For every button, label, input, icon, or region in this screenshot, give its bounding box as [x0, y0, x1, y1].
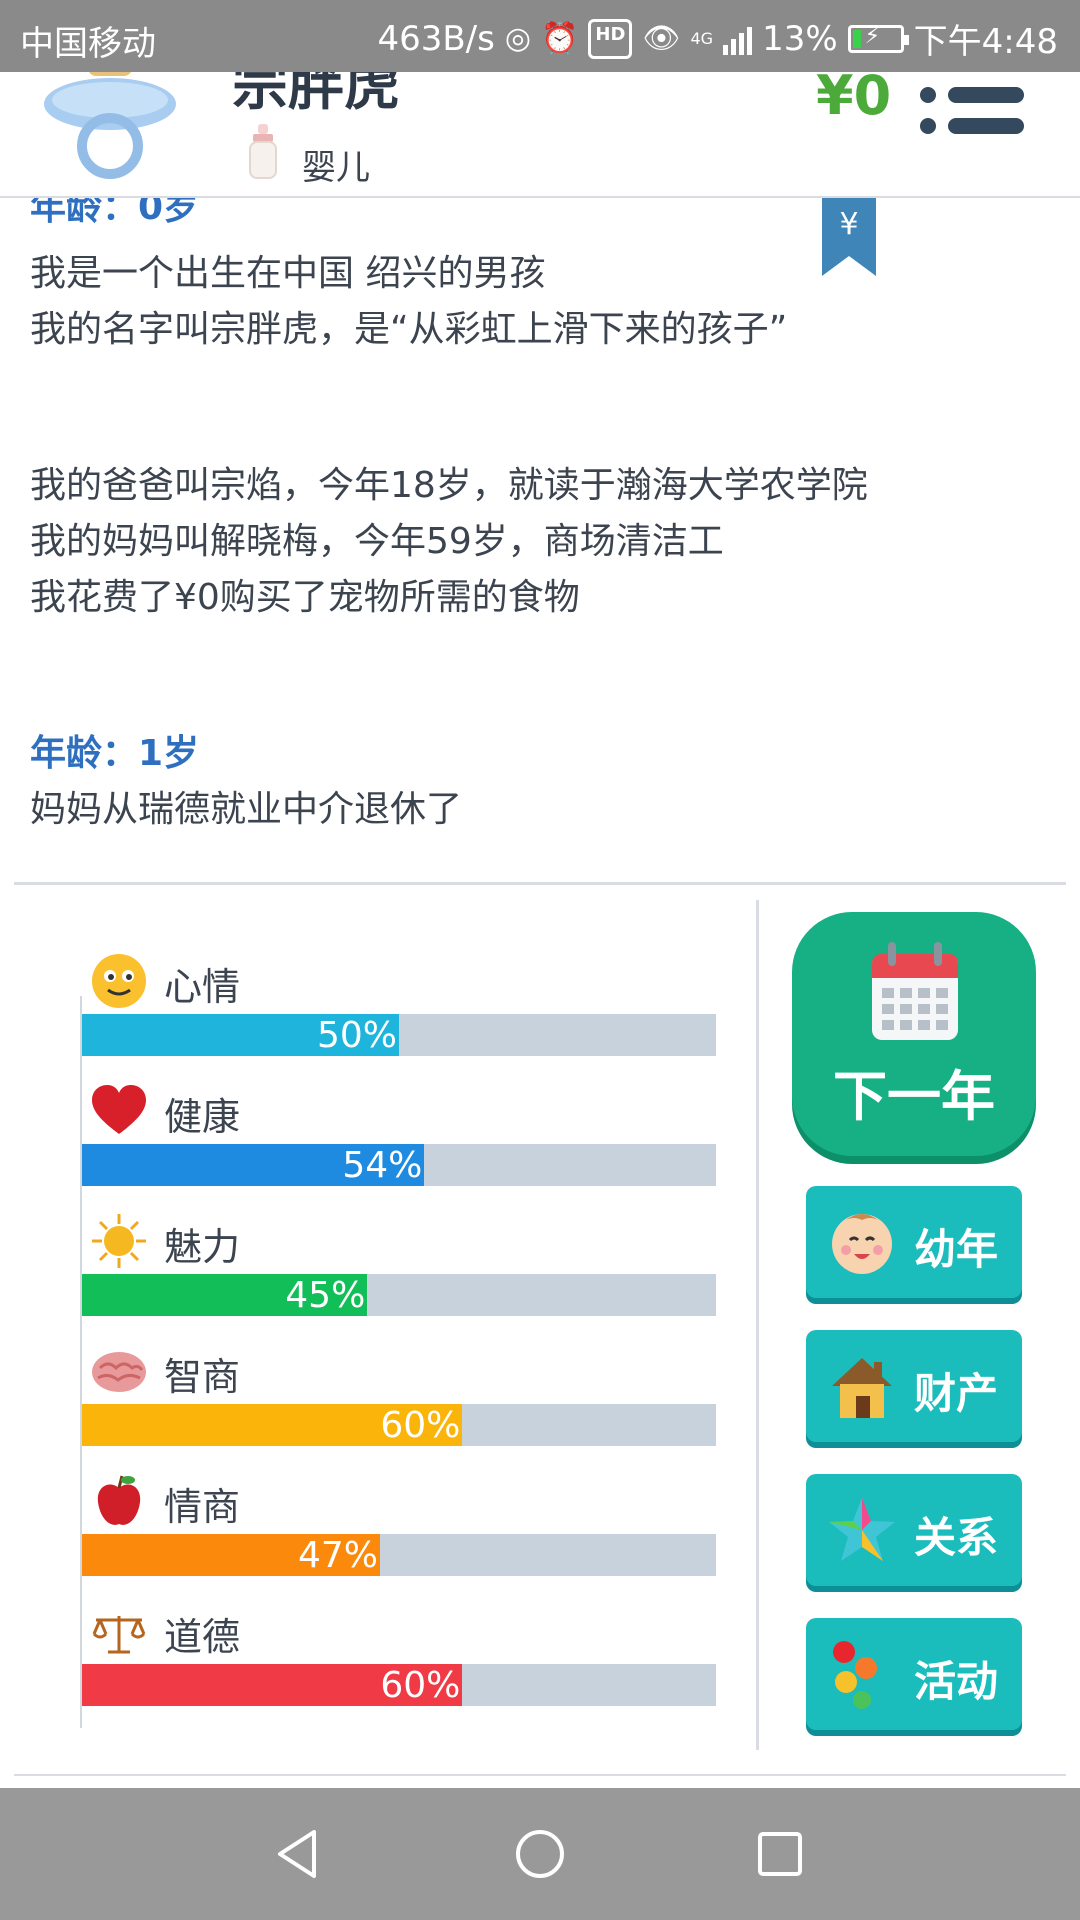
- age-heading: 年龄：0岁: [30, 198, 200, 228]
- stat-label: 智商: [164, 1355, 241, 1399]
- signal-icon: [723, 23, 753, 55]
- baby-bottle-icon: [249, 124, 277, 179]
- activities-button[interactable]: 活动: [806, 1618, 1022, 1730]
- network-type: 4G: [690, 28, 714, 48]
- stat-track: 60%: [82, 1404, 716, 1446]
- stat-morality: 道德 60%: [82, 1598, 716, 1718]
- stat-health: 健康 54%: [82, 1078, 716, 1198]
- svg-text:¥: ¥: [839, 207, 858, 242]
- calendar-icon: [872, 942, 958, 1040]
- stat-percent: 60%: [380, 1665, 461, 1706]
- childhood-button[interactable]: 幼年: [806, 1186, 1022, 1298]
- star-icon: [829, 1498, 895, 1561]
- stat-track: 45%: [82, 1274, 716, 1316]
- yen-bookmark-icon[interactable]: ¥: [822, 198, 876, 276]
- clock: 下午4:48: [913, 22, 1058, 62]
- assets-label: 财产: [914, 1369, 999, 1418]
- relations-button[interactable]: 关系: [806, 1474, 1022, 1586]
- stat-label: 情商: [164, 1485, 241, 1529]
- activity-dots-icon: [833, 1641, 877, 1709]
- stat-fill: 47%: [82, 1534, 380, 1576]
- smiley-icon: [92, 954, 146, 1008]
- age-heading: 年龄：1岁: [30, 733, 200, 774]
- brain-icon: [92, 1352, 146, 1392]
- story-line: 我的名字叫宗胖虎，是“从彩虹上滑下来的孩子”: [30, 309, 788, 350]
- story-line: 妈妈从瑞德就业中介退休了: [30, 789, 463, 830]
- stat-iq: 智商 60%: [82, 1338, 716, 1458]
- status-bar: 中国移动 463B/s ◎ ⏰ HD 👁 4G 13% ⚡ 下午4:48: [0, 0, 1080, 72]
- activities-label: 活动: [914, 1657, 999, 1706]
- house-icon: [832, 1358, 892, 1418]
- footer-divider: [14, 1774, 1066, 1776]
- money-balance: ¥0: [816, 64, 892, 127]
- stat-mood: 心情 50%: [82, 948, 716, 1068]
- battery-icon: ⚡: [847, 24, 909, 53]
- alarm-icon: ⏰: [541, 20, 579, 56]
- story-line: 我的爸爸叫宗焰，今年18岁，就读于瀚海大学农学院: [30, 465, 868, 506]
- scales-icon: [92, 1616, 146, 1654]
- stat-fill: 54%: [82, 1144, 425, 1186]
- stat-eq: 情商 47%: [82, 1468, 716, 1588]
- stat-label: 魅力: [164, 1225, 241, 1269]
- section-divider: [14, 882, 1066, 885]
- apple-icon: [97, 1475, 141, 1525]
- back-triangle-icon[interactable]: [268, 1824, 328, 1884]
- stat-track: 47%: [82, 1534, 716, 1576]
- carrier-name: 中国移动: [20, 24, 156, 64]
- stat-percent: 50%: [316, 1015, 397, 1056]
- life-story[interactable]: 年龄：0岁 我是一个出生在中国 绍兴的男孩 我的名字叫宗胖虎，是“从彩虹上滑下来…: [0, 198, 1080, 884]
- relations-label: 关系: [914, 1513, 999, 1562]
- recents-square-icon[interactable]: [750, 1824, 810, 1884]
- stat-track: 50%: [82, 1014, 716, 1056]
- stat-label: 心情: [164, 965, 241, 1009]
- stat-fill: 60%: [82, 1404, 463, 1446]
- stat-fill: 45%: [82, 1274, 368, 1316]
- network-speed: 463B/s: [377, 18, 495, 59]
- battery-percent: 13%: [762, 18, 838, 59]
- stat-fill: 60%: [82, 1664, 463, 1706]
- story-line: 我的妈妈叫解晓梅，今年59岁，商场清洁工: [30, 521, 724, 562]
- home-circle-icon[interactable]: [510, 1824, 570, 1884]
- stat-track: 60%: [82, 1664, 716, 1706]
- stat-track: 54%: [82, 1144, 716, 1186]
- eye-icon: 👁: [642, 20, 681, 56]
- next-year-label: 下一年: [833, 1065, 995, 1128]
- assets-button[interactable]: 财产: [806, 1330, 1022, 1442]
- stat-percent: 47%: [297, 1535, 378, 1576]
- story-line: 我是一个出生在中国 绍兴的男孩: [30, 253, 546, 294]
- stat-label: 健康: [164, 1095, 241, 1139]
- childhood-label: 幼年: [914, 1225, 999, 1274]
- stat-label: 道德: [164, 1615, 241, 1659]
- stat-percent: 45%: [285, 1275, 366, 1316]
- life-stage: 婴儿: [302, 148, 370, 188]
- wifi-icon: ◎: [504, 20, 532, 56]
- baby-face-icon: [832, 1214, 892, 1274]
- stat-fill: 50%: [82, 1014, 399, 1056]
- next-year-button[interactable]: 下一年: [792, 912, 1036, 1156]
- stat-percent: 54%: [342, 1145, 423, 1186]
- hd-icon: HD: [588, 18, 633, 59]
- stat-charm: 魅力 45%: [82, 1208, 716, 1328]
- story-line: 我花费了¥0购买了宠物所需的食物: [30, 577, 580, 618]
- system-nav-bar: [0, 1788, 1080, 1920]
- sun-icon: [92, 1214, 146, 1268]
- stat-percent: 60%: [380, 1405, 461, 1446]
- heart-icon: [92, 1085, 146, 1134]
- panel-separator: [756, 900, 759, 1750]
